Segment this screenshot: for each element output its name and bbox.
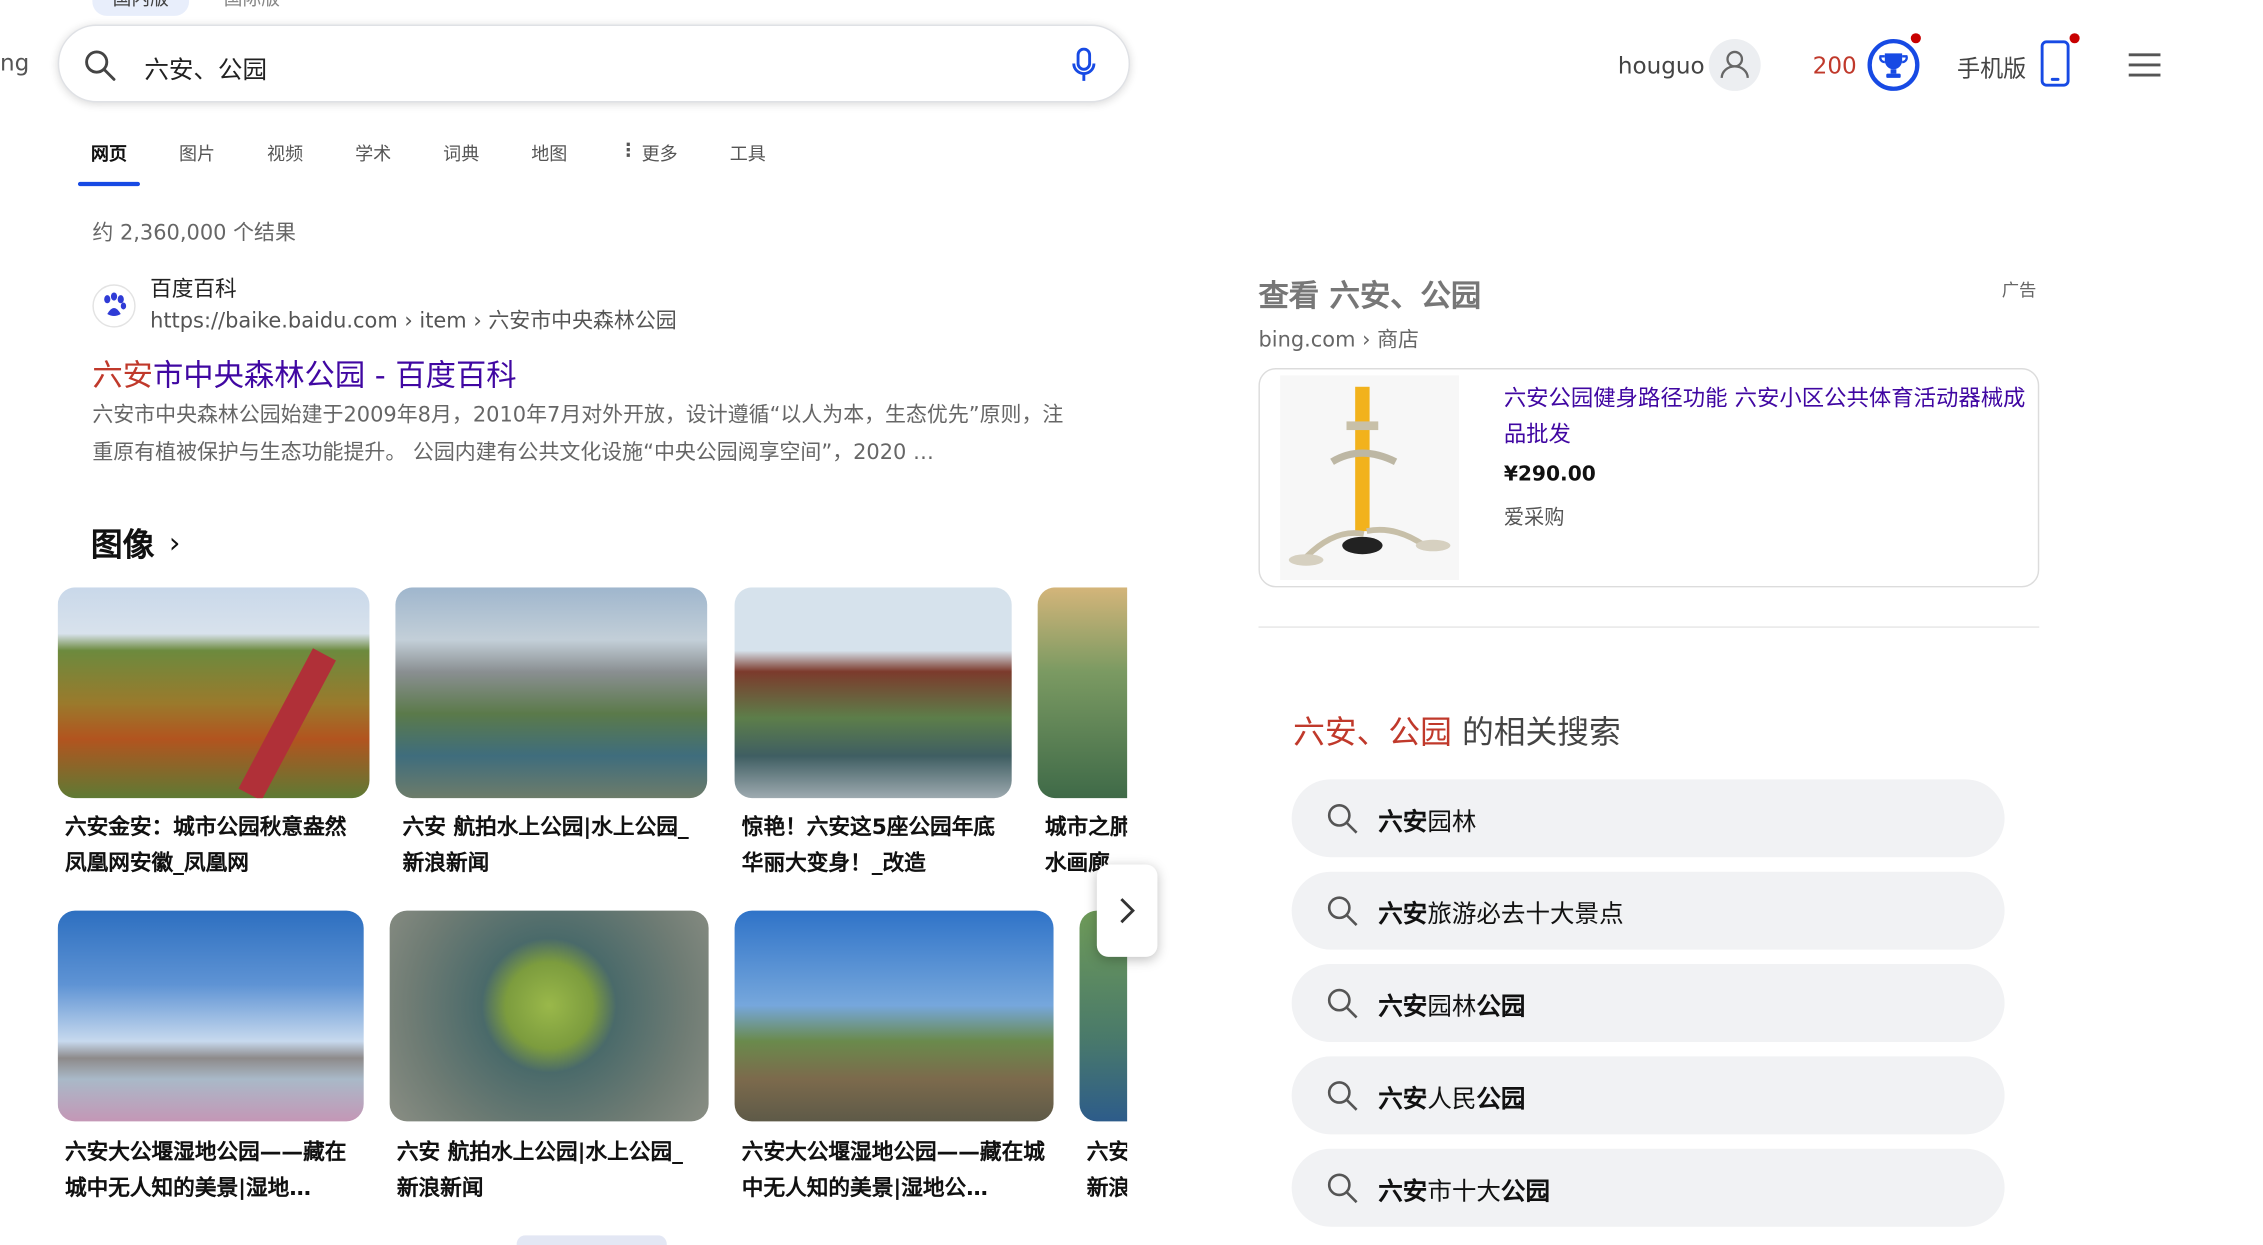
ad-source: bing.com › 商店: [1258, 329, 1420, 353]
result-snippet: 六安市中央森林公园始建于2009年8月，2010年7月对外开放，设计遵循“以人为…: [92, 404, 1064, 465]
image-thumb-pavilion[interactable]: [734, 587, 1012, 799]
rewards-points[interactable]: 200: [1813, 52, 1857, 79]
result-title-link[interactable]: 六安市中央森林公园 - 百度百科: [92, 352, 516, 395]
search-icon: [1327, 896, 1358, 927]
ad-price: ¥290.00: [1503, 463, 1596, 487]
avatar[interactable]: [1708, 38, 1761, 91]
scope-tab-domestic[interactable]: 国内版: [92, 0, 190, 16]
related-search-text: 六安市十大公园: [1378, 1177, 1550, 1207]
rewards-notification-dot: [1910, 33, 1921, 44]
trophy-icon: [1879, 53, 1908, 78]
result-title-highlight: 六安: [92, 357, 153, 393]
tab-tools[interactable]: 工具: [717, 134, 779, 186]
chevron-right-icon: [1120, 898, 1135, 924]
chevron-right-icon[interactable]: ›: [169, 525, 181, 560]
result-site-name: 百度百科: [150, 275, 237, 302]
image-caption[interactable]: 六安 航拍水上公园|水上公园_新浪新闻: [403, 810, 700, 882]
search-box[interactable]: 六安、公园: [57, 24, 1131, 103]
search-nav-tabs: 网页 图片 视频 学术 词典 地图 ⋮ 更多 工具: [77, 134, 805, 187]
tab-academic[interactable]: 学术: [342, 134, 404, 186]
tab-videos[interactable]: 视频: [254, 134, 316, 186]
image-thumb-wetland-sign[interactable]: [734, 910, 1054, 1122]
ad-heading: 查看 六安、公园: [1258, 278, 1482, 314]
result-url[interactable]: https://baike.baidu.com › item › 六安市中央森林…: [150, 305, 677, 335]
ad-seller: 爱采购: [1503, 506, 1565, 530]
image-caption[interactable]: 六安大公堰湿地公园——藏在城中无人知的美景|湿地…: [65, 1134, 361, 1206]
image-gallery: 六安金安：城市公园秋意盎然凤凰网安徽_凤凰网 六安 航拍水上公园|水上公园_新浪…: [57, 587, 1128, 1245]
search-icon: [1327, 1081, 1358, 1111]
image-thumb-autumn-park[interactable]: [57, 587, 370, 799]
search-icon[interactable]: [82, 48, 117, 83]
image-thumb-island-aerial[interactable]: [389, 910, 709, 1122]
divider: [1258, 626, 2040, 628]
username[interactable]: houguo: [1618, 52, 1705, 79]
scope-tabs: 国内版 国际版: [92, 0, 300, 16]
related-title-highlight: 六安、公园: [1293, 715, 1452, 752]
scope-tab-international[interactable]: 国际版: [204, 0, 301, 16]
image-caption[interactable]: 六安金安：城市公园秋意盎然凤凰网安徽_凤凰网: [65, 810, 362, 882]
fitness-equipment-image: [1280, 375, 1460, 581]
brand-logo-partial[interactable]: ng: [0, 49, 29, 76]
image-thumb-wetland-lake[interactable]: [57, 910, 364, 1122]
tab-dictionary[interactable]: 词典: [430, 134, 492, 186]
ad-badge: 广告: [2001, 279, 2037, 301]
related-search-text: 六安园林公园: [1378, 992, 1526, 1022]
image-caption[interactable]: 惊艳！六安这5座公园年底华丽大变身！_改造: [742, 810, 1005, 882]
more-dots-icon: ⋮: [619, 138, 638, 161]
baidu-paw-icon: [92, 284, 136, 328]
search-input[interactable]: 六安、公园: [144, 49, 267, 85]
phone-icon[interactable]: [2040, 40, 2070, 87]
related-searches-title: 六安、公园 的相关搜索: [1293, 707, 1621, 753]
related-search-text: 六安旅游必去十大景点: [1378, 900, 1624, 930]
image-caption[interactable]: 六安大公堰湿地公园——藏在城中无人知的美景|湿地公…: [742, 1134, 1048, 1206]
tab-web[interactable]: 网页: [77, 134, 141, 187]
tab-more[interactable]: ⋮ 更多: [606, 134, 690, 186]
search-icon: [1327, 1173, 1358, 1204]
related-search-text: 六安人民公园: [1378, 1085, 1526, 1115]
related-search-text: 六安园林: [1378, 808, 1477, 838]
show-more-button[interactable]: [516, 1235, 667, 1245]
search-icon: [1327, 804, 1358, 834]
tab-maps[interactable]: 地图: [518, 134, 580, 186]
microphone-icon[interactable]: [1071, 47, 1097, 83]
result-count: 约 2,360,000 个结果: [92, 222, 296, 246]
related-search-item[interactable]: 六安市十大公园: [1291, 1148, 2005, 1227]
related-search-item[interactable]: 六安旅游必去十大景点: [1291, 871, 2005, 950]
image-thumb-water-park-aerial[interactable]: [395, 587, 708, 799]
mobile-notification-dot: [2069, 33, 2080, 44]
hamburger-menu-icon[interactable]: [2127, 52, 2162, 78]
gallery-next-button[interactable]: [1096, 864, 1158, 957]
search-icon: [1327, 988, 1358, 1019]
ad-product-title[interactable]: 六安公园健身路径功能 六安小区公共体育活动器械成品批发: [1504, 381, 2026, 453]
rewards-trophy-icon[interactable]: [1867, 38, 1920, 91]
tab-more-label: 更多: [641, 142, 678, 165]
related-search-item[interactable]: 六安园林: [1291, 779, 2005, 858]
result-title-rest: 市中央森林公园 - 百度百科: [152, 357, 517, 393]
related-search-item[interactable]: 六安人民公园: [1291, 1056, 2005, 1135]
related-search-item[interactable]: 六安园林公园: [1291, 964, 2005, 1042]
image-caption[interactable]: 六安 航拍水上公园|水上公园_新浪新闻: [397, 1134, 703, 1206]
mobile-version-label[interactable]: 手机版: [1957, 49, 2026, 84]
image-thumb-city-lung[interactable]: [1037, 587, 1128, 799]
tab-images[interactable]: 图片: [166, 134, 228, 186]
images-heading[interactable]: 图像: [91, 520, 155, 566]
image-caption[interactable]: 六安新浪: [1087, 1134, 1127, 1206]
user-icon: [1720, 50, 1749, 79]
related-title-rest: 的相关搜索: [1451, 715, 1621, 752]
